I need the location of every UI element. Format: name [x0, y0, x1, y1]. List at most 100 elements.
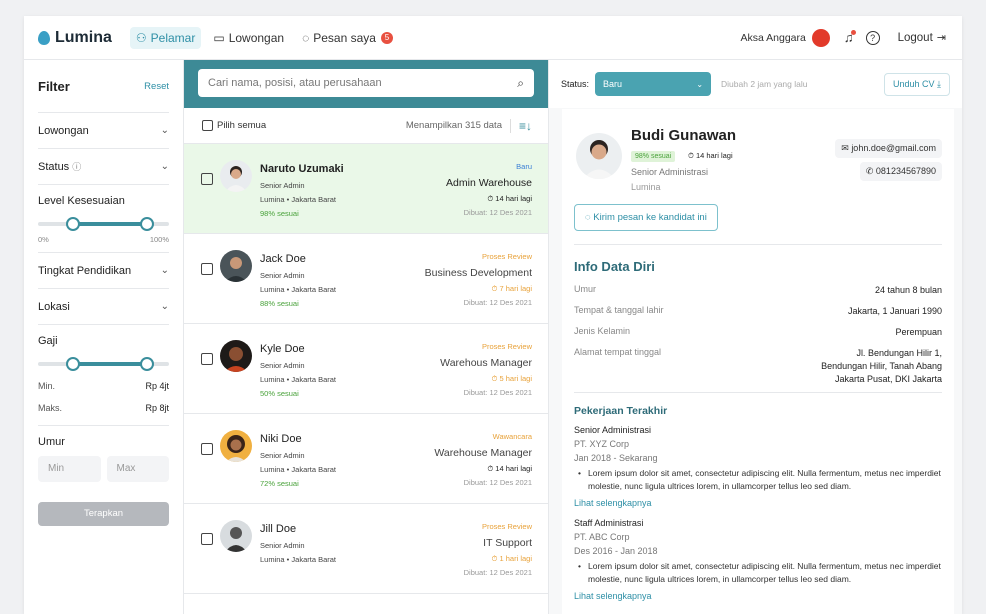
- candidate-avatar: [220, 340, 252, 372]
- last-changed: Diubah 2 jam yang lalu: [721, 79, 808, 89]
- user-name[interactable]: Aksa Anggara: [740, 32, 805, 44]
- candidate-card[interactable]: Jack Doe Senior Admin Lumina • Jakarta B…: [184, 234, 548, 324]
- sort-icon[interactable]: ≡↓: [509, 118, 532, 133]
- job-entry-title: Senior Administrasi: [574, 425, 652, 435]
- nav-lowongan[interactable]: ▭ Lowongan: [207, 27, 290, 49]
- info-row: Alamat tempat tinggal Jl. Bendungan Hilir…: [574, 347, 942, 384]
- nav-label: Pelamar: [150, 30, 196, 45]
- slider-max-handle[interactable]: [139, 357, 154, 371]
- logout-icon: ⇥: [936, 32, 946, 44]
- umur-max-input[interactable]: Max: [106, 456, 169, 482]
- work-section-title: Pekerjaan Terakhir: [574, 405, 668, 417]
- status-badge: Baru: [516, 162, 532, 171]
- level-max-label: 100%: [149, 235, 169, 244]
- candidate-checkbox[interactable]: [201, 173, 213, 185]
- phone-chip[interactable]: ✆ 081234567890: [859, 162, 942, 181]
- nav-pesan-saya[interactable]: ◌ Pesan saya 5: [296, 27, 399, 49]
- gaji-min-row: Min. Rp 4jt: [38, 375, 169, 397]
- select-all-label: Pilih semua: [217, 120, 267, 131]
- search-bar: Cari nama, posisi, atau perusahaan ⌕: [184, 60, 548, 108]
- candidate-checkbox[interactable]: [201, 353, 213, 365]
- level-slider[interactable]: [38, 217, 169, 231]
- slider-min-handle[interactable]: [66, 217, 81, 231]
- detail-card: Budi Gunawan 98% sesuai ⏱ 14 hari lagi S…: [562, 109, 954, 614]
- chevron-down-icon: ⌄: [160, 161, 169, 172]
- candidate-avatar: [220, 520, 252, 552]
- slider-min-handle[interactable]: [66, 357, 81, 371]
- user-area: Aksa Anggara ♫ ? Logout ⇥: [740, 28, 946, 47]
- min-label: Min.: [38, 381, 56, 391]
- fit-badge: 98% sesuai: [631, 151, 676, 162]
- chevron-down-icon: ⌄: [160, 301, 169, 312]
- candidate-full-name: Budi Gunawan: [631, 127, 736, 144]
- filter-label: Lowongan: [38, 124, 89, 137]
- gaji-slider[interactable]: [38, 357, 169, 371]
- search-input[interactable]: Cari nama, posisi, atau perusahaan ⌕: [198, 69, 534, 97]
- candidate-position: Senior Admin: [260, 181, 305, 190]
- filter-status[interactable]: Status ⓘ ⌄: [38, 148, 169, 184]
- email-chip[interactable]: ✉ john.doe@gmail.com: [835, 139, 942, 158]
- mail-icon: ✉: [841, 143, 849, 153]
- nav-pelamar[interactable]: ⚇ Pelamar: [129, 26, 202, 49]
- download-icon: ⤓: [937, 78, 941, 89]
- filter-pendidikan[interactable]: Tingkat Pendidikan ⌄: [38, 252, 169, 288]
- brand-logo[interactable]: Lumina: [38, 29, 112, 47]
- reset-link[interactable]: Reset: [144, 81, 169, 92]
- filter-lokasi[interactable]: Lokasi ⌄: [38, 288, 169, 324]
- timer-icon: ⏱: [688, 151, 694, 160]
- created-date: Dibuat: 12 Des 2021: [463, 478, 532, 487]
- bell-icon[interactable]: ♫: [844, 30, 856, 45]
- umur-min-input[interactable]: Min: [38, 456, 101, 482]
- candidate-checkbox[interactable]: [201, 533, 213, 545]
- job-entry-description: Lorem ipsum dolor sit amet, consectetur …: [574, 560, 942, 586]
- slider-max-handle[interactable]: [139, 217, 154, 231]
- main-nav: ⚇ Pelamar ▭ Lowongan ◌ Pesan saya 5: [129, 26, 399, 49]
- chevron-down-icon: ⌄: [160, 125, 169, 136]
- candidate-card[interactable]: Naruto Uzumaki Senior Admin Lumina • Jak…: [184, 144, 548, 234]
- top-navigation: Lumina ⚇ Pelamar ▭ Lowongan ◌ Pesan saya…: [24, 16, 962, 60]
- status-badge: Wawancara: [492, 432, 532, 441]
- candidate-checkbox[interactable]: [201, 263, 213, 275]
- nav-label: Lowongan: [228, 30, 285, 45]
- user-avatar[interactable]: [811, 28, 830, 47]
- timer-icon: ⏱: [487, 194, 494, 203]
- see-more-link[interactable]: Lihat selengkapnya: [574, 591, 942, 601]
- filter-label: Gaji: [38, 335, 58, 347]
- filter-label: Lokasi: [38, 300, 70, 313]
- candidate-location: Lumina • Jakarta Barat: [260, 195, 336, 204]
- job-entry-company: PT. ABC Corp: [574, 532, 630, 542]
- message-count-badge: 5: [380, 31, 393, 44]
- info-icon: ⓘ: [72, 162, 82, 172]
- filter-lowongan[interactable]: Lowongan ⌄: [38, 112, 169, 148]
- candidate-card[interactable]: Niki Doe Senior Admin Lumina • Jakarta B…: [184, 414, 548, 504]
- gaji-max-row: Maks. Rp 8jt: [38, 397, 169, 419]
- job-title: Warehouse Manager: [434, 447, 532, 459]
- candidate-name: Naruto Uzumaki: [260, 163, 344, 175]
- search-icon[interactable]: ⌕: [517, 76, 524, 91]
- candidate-fit: 98% sesuai: [260, 209, 299, 218]
- help-icon[interactable]: ?: [865, 30, 880, 45]
- see-more-link[interactable]: Lihat selengkapnya: [574, 498, 942, 508]
- candidate-fit: 88% sesuai: [260, 299, 299, 308]
- timer-icon: ⏱: [491, 554, 498, 563]
- job-title: Business Development: [424, 267, 532, 279]
- select-all-checkbox[interactable]: [202, 120, 213, 131]
- deadline: ⏱ 7 hari lagi: [491, 284, 532, 293]
- candidate-location: Lumina • Jakarta Barat: [260, 555, 336, 564]
- candidate-avatar: [220, 250, 252, 282]
- logout-button[interactable]: Logout ⇥: [898, 31, 946, 45]
- candidate-card[interactable]: Kyle Doe Senior Admin Lumina • Jakarta B…: [184, 324, 548, 414]
- chat-icon: ◌: [585, 212, 591, 223]
- result-count: Menampilkan 315 data: [405, 120, 502, 131]
- apply-button[interactable]: Terapkan: [38, 502, 169, 526]
- status-badge: Proses Review: [481, 342, 532, 351]
- filter-label: Level Kesesuaian: [38, 195, 125, 207]
- download-cv-button[interactable]: Unduh CV ⤓: [883, 72, 950, 96]
- candidate-checkbox[interactable]: [201, 443, 213, 455]
- send-message-button[interactable]: ◌ Kirim pesan ke kandidat ini: [574, 204, 718, 231]
- candidate-name: Kyle Doe: [260, 343, 305, 355]
- job-entry-description: Lorem ipsum dolor sit amet, consectetur …: [574, 467, 942, 493]
- candidate-card[interactable]: Jill Doe Senior Admin Lumina • Jakarta B…: [184, 504, 548, 594]
- status-select[interactable]: Baru ⌄: [595, 72, 712, 96]
- candidate-company: Lumina: [631, 182, 661, 192]
